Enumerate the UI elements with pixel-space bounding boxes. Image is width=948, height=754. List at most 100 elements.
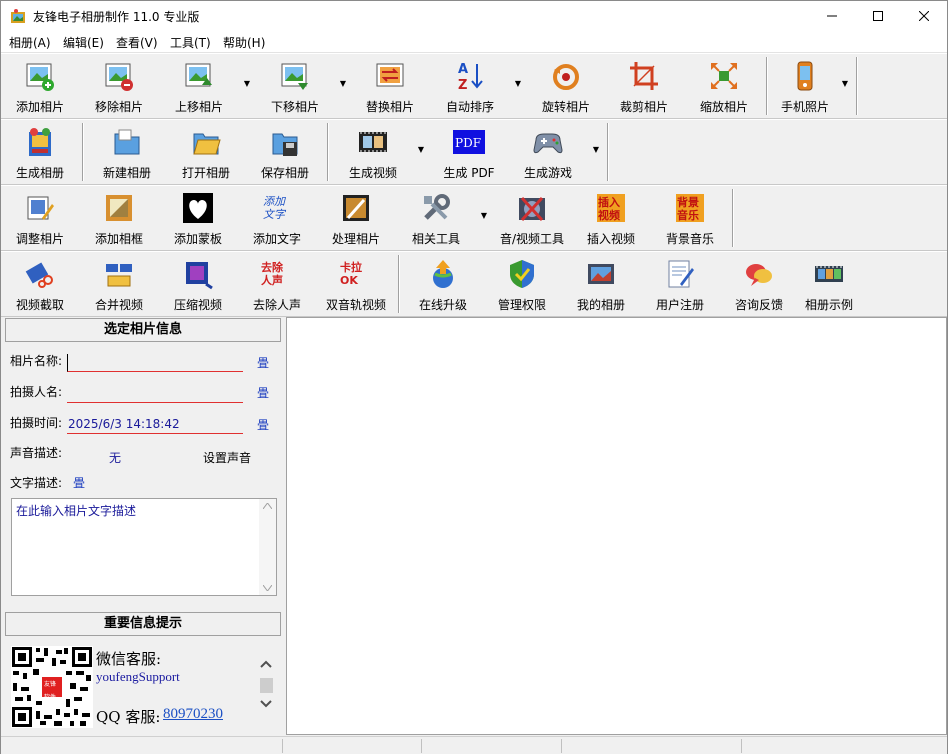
insert-video-button[interactable]: 插入视频 插入视频	[574, 188, 648, 250]
photographer-edit-icon[interactable]: 畳	[257, 386, 271, 400]
remove-voice-button[interactable]: 去除人声 去除人声	[240, 254, 314, 316]
photo-list-area[interactable]	[286, 317, 947, 735]
maximize-button[interactable]	[855, 1, 901, 31]
move-down-photo-button[interactable]: 下移相片	[258, 56, 332, 118]
process-photo-icon	[343, 195, 369, 221]
gamepad-icon	[533, 133, 563, 154]
status-segment	[421, 739, 422, 753]
photo-name-edit-icon[interactable]: 畳	[257, 356, 271, 370]
text-desc-textarea[interactable]: 在此输入相片文字描述	[11, 498, 277, 596]
menu-view[interactable]: 查看(V)	[116, 34, 158, 51]
manage-permission-label: 管理权限	[497, 298, 546, 312]
adjust-photo-label: 调整相片	[15, 232, 64, 246]
generate-pdf-button[interactable]: PDF 生成 PDF	[432, 122, 506, 184]
auto-sort-dropdown-arrow[interactable]: ▼	[513, 80, 523, 88]
album-example-button[interactable]: 相册示例	[792, 254, 866, 316]
text-desc-edit-icon[interactable]: 畳	[73, 476, 87, 490]
scroll-up-icon[interactable]	[263, 503, 272, 509]
sort-az-icon: AZ	[458, 62, 483, 92]
video-capture-button[interactable]: 视频截取	[3, 254, 77, 316]
insert-video-label: 插入视频	[586, 232, 635, 246]
qr-code-image: 友锋软件	[11, 646, 93, 728]
replace-photo-icon	[376, 63, 404, 87]
open-album-button[interactable]: 打开相册	[169, 122, 243, 184]
svg-text:Z: Z	[458, 78, 467, 92]
process-photo-button[interactable]: 处理相片	[319, 188, 393, 250]
photo-name-input[interactable]	[67, 354, 243, 372]
pdf-icon-text: PDF	[455, 136, 481, 150]
generate-video-button[interactable]: 生成视频	[336, 122, 410, 184]
scale-photo-button[interactable]: 缩放相片	[687, 56, 761, 118]
shoot-time-input[interactable]: 2025/6/3 14:18:42	[67, 416, 243, 434]
notice-scroll-down-icon[interactable]	[260, 700, 272, 708]
remove-photo-icon	[105, 63, 133, 91]
menu-album[interactable]: 相册(A)	[9, 34, 51, 51]
user-register-label: 用户注册	[655, 298, 704, 312]
generate-game-dropdown-arrow[interactable]: ▼	[591, 146, 601, 154]
desc-scrollbar[interactable]	[259, 499, 276, 595]
close-button[interactable]	[901, 1, 947, 31]
notice-scroll-thumb[interactable]	[260, 678, 273, 693]
move-up-photo-button[interactable]: 上移相片	[162, 56, 236, 118]
menu-tools[interactable]: 工具(T)	[170, 34, 211, 51]
add-mask-button[interactable]: 添加蒙板	[161, 188, 235, 250]
remove-voice-label: 去除人声	[252, 298, 301, 312]
add-text-label: 添加文字	[252, 232, 301, 246]
new-album-label: 新建相册	[102, 166, 151, 180]
menu-help[interactable]: 帮助(H)	[223, 34, 265, 51]
background-music-button[interactable]: 背景音乐 背景音乐	[653, 188, 727, 250]
move-down-dropdown-arrow[interactable]: ▼	[338, 80, 348, 88]
notice-scroll-up-icon[interactable]	[260, 660, 272, 668]
related-tools-button[interactable]: 相关工具	[399, 188, 473, 250]
status-bar	[1, 736, 947, 754]
notice-scrollbar[interactable]	[258, 656, 275, 716]
tools-icon	[424, 194, 450, 220]
add-photo-button[interactable]: 添加相片	[3, 56, 77, 118]
dual-track-video-button[interactable]: 卡拉 OK 双音轨视频	[319, 254, 393, 316]
user-register-button[interactable]: 用户注册	[643, 254, 717, 316]
background-music-label: 背景音乐	[665, 232, 714, 246]
new-album-button[interactable]: 新建相册	[90, 122, 164, 184]
shoot-time-edit-icon[interactable]: 畳	[257, 418, 271, 432]
generate-video-dropdown-arrow[interactable]: ▼	[416, 146, 426, 154]
phone-photo-dropdown-arrow[interactable]: ▼	[840, 80, 850, 88]
compress-video-button[interactable]: 压缩视频	[161, 254, 235, 316]
adjust-photo-button[interactable]: 调整相片	[3, 188, 77, 250]
phone-photo-button[interactable]: 手机照片	[768, 56, 842, 118]
add-text-button[interactable]: 添加文字 添加文字	[240, 188, 314, 250]
move-up-dropdown-arrow[interactable]: ▼	[242, 80, 252, 88]
online-upgrade-button[interactable]: 在线升级	[406, 254, 480, 316]
photographer-label: 拍摄人名:	[10, 385, 63, 399]
remove-photo-button[interactable]: 移除相片	[82, 56, 156, 118]
toolbar-photo: 添加相片 移除相片 上移相片 ▼ 下移相片 ▼ 替换相片 AZ 自动排序 ▼ 旋…	[1, 53, 947, 119]
minimize-button[interactable]	[809, 1, 855, 31]
register-icon	[668, 260, 694, 288]
photo-name-label: 相片名称:	[10, 354, 63, 368]
consult-feedback-button[interactable]: 咨询反馈	[722, 254, 796, 316]
dual-track-video-label: 双音轨视频	[325, 298, 386, 312]
save-album-button[interactable]: 保存相册	[248, 122, 322, 184]
set-sound-button[interactable]: 设置声音	[203, 449, 251, 466]
sound-desc-value: 无	[109, 451, 122, 465]
menu-edit[interactable]: 编辑(E)	[63, 34, 104, 51]
menu-bar: 相册(A) 编辑(E) 查看(V) 工具(T) 帮助(H)	[1, 31, 947, 53]
auto-sort-label: 自动排序	[445, 100, 494, 114]
generate-album-label: 生成相册	[15, 166, 64, 180]
manage-permission-button[interactable]: 管理权限	[485, 254, 559, 316]
related-tools-dropdown-arrow[interactable]: ▼	[479, 212, 489, 220]
photographer-input[interactable]	[67, 385, 243, 403]
merge-video-button[interactable]: 合并视频	[82, 254, 156, 316]
scroll-down-icon[interactable]	[263, 585, 272, 591]
auto-sort-button[interactable]: AZ 自动排序	[433, 56, 507, 118]
add-frame-label: 添加相框	[94, 232, 143, 246]
rotate-photo-button[interactable]: 旋转相片	[529, 56, 603, 118]
generate-game-button[interactable]: 生成游戏	[511, 122, 585, 184]
replace-photo-button[interactable]: 替换相片	[353, 56, 427, 118]
audio-video-tools-button[interactable]: 音/视频工具	[495, 188, 569, 250]
qq-number-link[interactable]: 80970230	[163, 706, 223, 723]
crop-photo-button[interactable]: 裁剪相片	[607, 56, 681, 118]
my-album-button[interactable]: 我的相册	[564, 254, 638, 316]
audio-video-tools-icon	[519, 196, 545, 222]
generate-album-button[interactable]: 生成相册	[3, 122, 77, 184]
add-frame-button[interactable]: 添加相框	[82, 188, 156, 250]
